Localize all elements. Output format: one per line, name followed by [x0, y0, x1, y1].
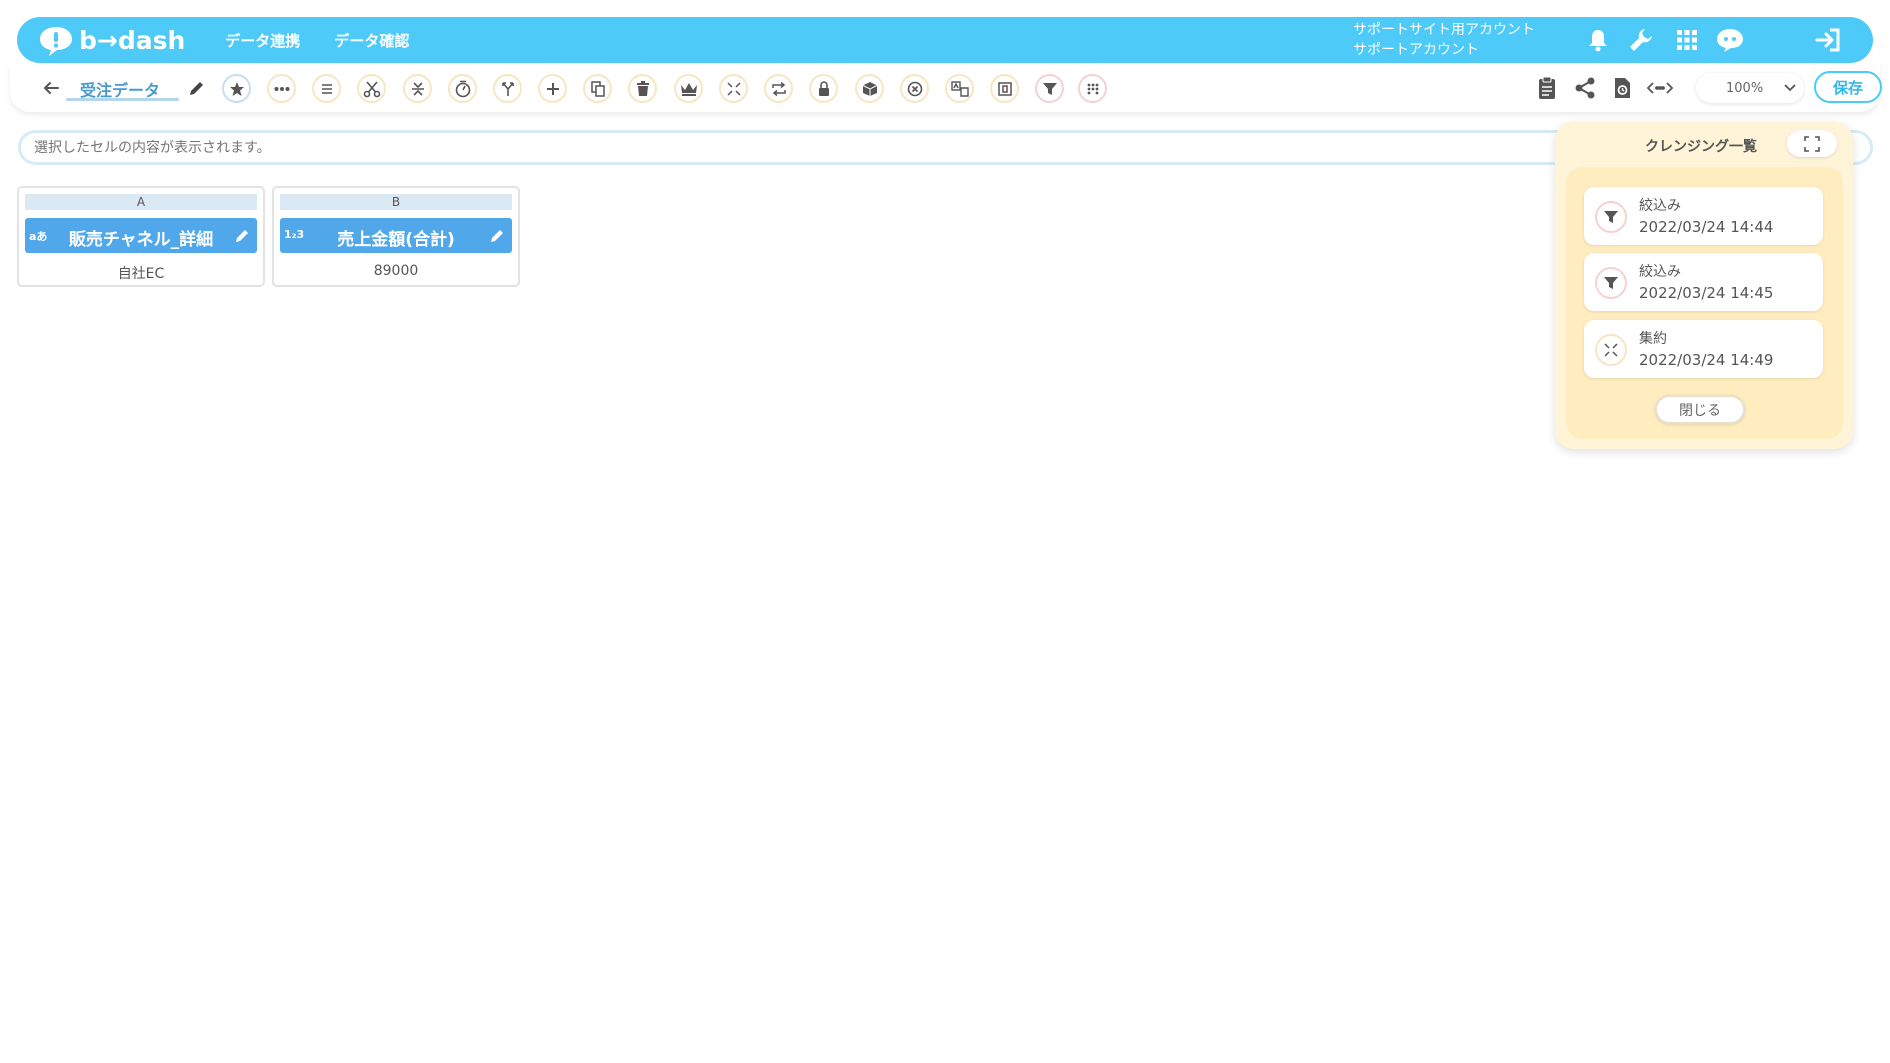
cleansing-step[interactable]: 絞込み 2022/03/24 14:44	[1584, 187, 1823, 245]
compress-icon	[1595, 334, 1627, 366]
close-button[interactable]: 閉じる	[1655, 395, 1745, 424]
cleansing-step[interactable]: 集約 2022/03/24 14:49	[1584, 320, 1823, 378]
step-label: 絞込み	[1639, 264, 1681, 280]
step-time: 2022/03/24 14:45	[1639, 284, 1774, 302]
merge-tool-icon[interactable]	[403, 74, 432, 103]
panel-title: クレンジング一覧	[1645, 139, 1757, 155]
toolbar: 受注データ 100% 保存	[10, 65, 1882, 112]
column-header[interactable]: 1₂3 売上金額(合計)	[280, 218, 512, 253]
column-letter: B	[280, 194, 512, 210]
translate-tool-icon[interactable]	[945, 74, 974, 103]
column-cell-value[interactable]: 89000	[274, 263, 518, 279]
zoom-select[interactable]: 100%	[1696, 73, 1804, 103]
chevron-down-icon	[1784, 84, 1796, 92]
timer-tool-icon[interactable]	[448, 74, 477, 103]
branch-tool-icon[interactable]	[493, 74, 522, 103]
step-time: 2022/03/24 14:49	[1639, 351, 1774, 369]
box-tool-icon[interactable]	[990, 74, 1019, 103]
clipboard-icon[interactable]	[1534, 75, 1560, 101]
crown-tool-icon[interactable]	[674, 74, 703, 103]
lock-tool-icon[interactable]	[809, 74, 838, 103]
edit-column-pencil-icon[interactable]	[489, 227, 506, 244]
compress-tool-icon[interactable]	[719, 74, 748, 103]
app-logo[interactable]: b→dash	[37, 25, 186, 56]
column-cell-value[interactable]: 自社EC	[19, 263, 263, 283]
filter-tool-icon[interactable]	[1035, 74, 1064, 103]
column-name: 販売チャネル_詳細	[68, 230, 214, 250]
account-user-name: サポートアカウント	[1353, 42, 1479, 58]
expand-icon[interactable]	[1787, 130, 1837, 157]
column-name: 売上金額(合計)	[337, 230, 455, 250]
logout-icon[interactable]	[1813, 25, 1845, 55]
scissors-tool-icon[interactable]	[357, 74, 386, 103]
filter-icon	[1595, 201, 1627, 233]
plus-tool-icon[interactable]	[538, 74, 567, 103]
column-card-a[interactable]: A aあ 販売チャネル_詳細 自社EC	[17, 186, 265, 287]
nav-data-check[interactable]: データ確認	[334, 30, 409, 51]
repeat-tool-icon[interactable]	[764, 74, 793, 103]
wrench-icon[interactable]	[1625, 25, 1657, 55]
cleansing-list-panel: クレンジング一覧 絞込み 2022/03/24 14:44 絞込み 2022/0…	[1555, 122, 1853, 449]
save-button[interactable]: 保存	[1814, 71, 1882, 103]
column-card-b[interactable]: B 1₂3 売上金額(合計) 89000	[272, 186, 520, 287]
account-info[interactable]: サポートサイト用アカウント サポートアカウント	[1353, 20, 1535, 60]
history-icon[interactable]	[1609, 75, 1635, 101]
title-underline	[66, 98, 179, 101]
back-arrow-icon[interactable]	[40, 77, 62, 99]
filter-icon	[1595, 267, 1627, 299]
grid-tool-icon[interactable]	[1078, 74, 1107, 103]
apps-grid-icon[interactable]	[1671, 25, 1703, 55]
code-icon[interactable]	[1647, 75, 1673, 101]
column-letter: A	[25, 194, 257, 210]
package-tool-icon[interactable]	[855, 74, 884, 103]
top-header: b→dash データ連携 データ確認 サポートサイト用アカウント サポートアカウ…	[17, 17, 1873, 63]
trash-tool-icon[interactable]	[628, 74, 657, 103]
step-label: 集約	[1639, 331, 1667, 347]
logo-text: b→dash	[79, 25, 186, 55]
cleansing-step[interactable]: 絞込み 2022/03/24 14:45	[1584, 253, 1823, 311]
chat-robot-icon[interactable]	[1714, 25, 1746, 55]
zoom-value: 100%	[1726, 80, 1764, 96]
edit-column-pencil-icon[interactable]	[234, 227, 251, 244]
step-time: 2022/03/24 14:44	[1639, 218, 1774, 236]
copy-tool-icon[interactable]	[583, 74, 612, 103]
list-tool-icon[interactable]	[312, 74, 341, 103]
star-tool-icon[interactable]	[222, 74, 251, 103]
more-tool-icon[interactable]	[267, 74, 296, 103]
bell-icon[interactable]	[1582, 25, 1614, 55]
account-site-name: サポートサイト用アカウント	[1353, 22, 1535, 38]
close-circle-tool-icon[interactable]	[900, 74, 929, 103]
nav-data-link[interactable]: データ連携	[225, 30, 300, 51]
edit-title-pencil-icon[interactable]	[188, 79, 206, 97]
logo-mark-icon	[37, 25, 75, 56]
step-label: 絞込み	[1639, 198, 1681, 214]
share-icon[interactable]	[1572, 75, 1598, 101]
column-header[interactable]: aあ 販売チャネル_詳細	[25, 218, 257, 253]
